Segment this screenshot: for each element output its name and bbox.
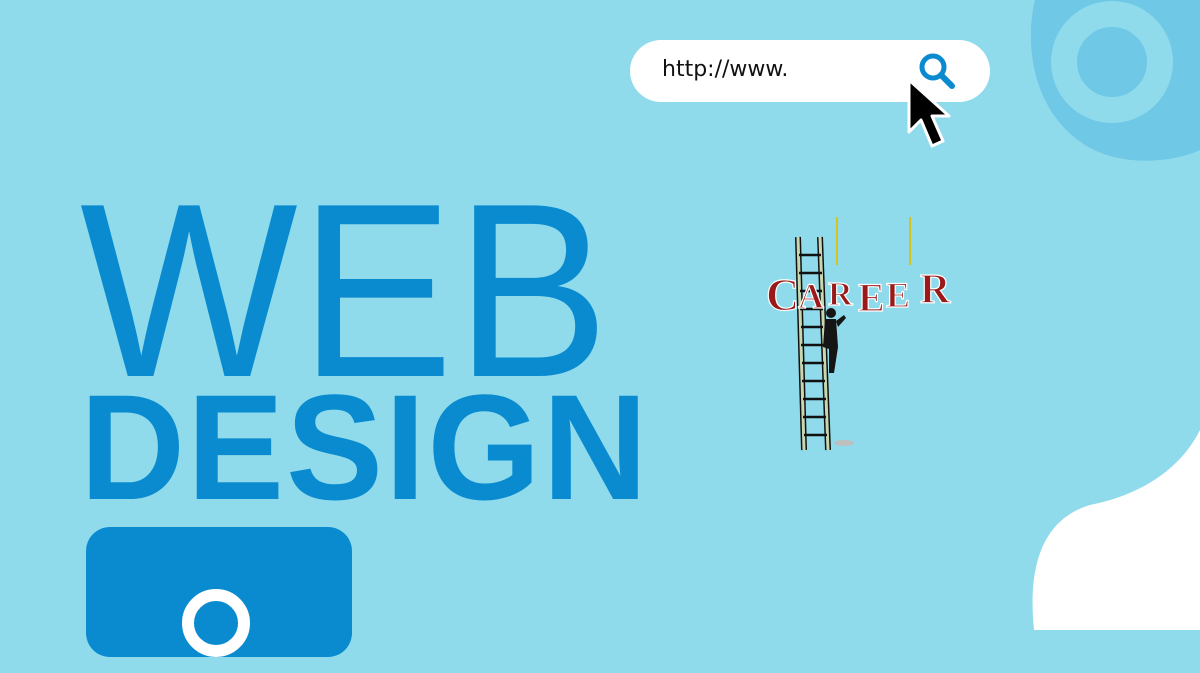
cursor-icon (907, 78, 951, 148)
svg-text:R: R (920, 267, 951, 313)
search-card[interactable] (86, 527, 352, 657)
url-text: http://www. (662, 57, 789, 82)
title-design: DESIGN (80, 363, 650, 531)
svg-text:C: C (766, 269, 799, 320)
search-icon (182, 589, 250, 657)
career-sign: C A R E E R (765, 266, 951, 320)
hanging-wires (836, 217, 911, 265)
svg-text:E: E (858, 275, 885, 320)
background-magnifier-icon (1030, 0, 1200, 161)
svg-text:E: E (886, 275, 910, 315)
svg-text:R: R (828, 276, 853, 313)
career-ladder-illustration: C A R E E R (765, 217, 952, 451)
background-white-blob (1032, 430, 1200, 630)
svg-text:A: A (798, 276, 824, 316)
climber-shadow (834, 440, 854, 446)
